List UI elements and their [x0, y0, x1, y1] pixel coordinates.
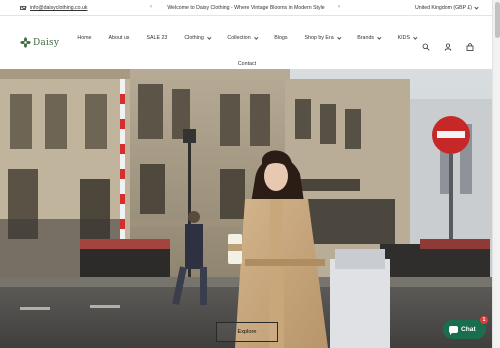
chevron-down-icon [254, 35, 258, 39]
chat-bubble-icon [449, 326, 458, 335]
chat-button[interactable]: Chat 1 [443, 316, 488, 339]
chevron-down-icon [413, 35, 418, 39]
daisy-flower-icon [20, 37, 31, 48]
scrollbar-thumb[interactable] [494, 2, 500, 38]
unread-badge: 1 [480, 316, 488, 324]
chat-label: Chat [461, 326, 476, 333]
nav-item-sale[interactable]: SALE 23 [146, 25, 167, 51]
nav-item-brands[interactable]: Brands [357, 25, 382, 51]
search-icon[interactable] [422, 38, 430, 51]
nav-item-collection[interactable]: Collection [227, 25, 258, 51]
region-selector[interactable]: United Kingdom (GBP £) [415, 4, 479, 11]
chevron-down-icon [474, 4, 479, 10]
nav-item-clothing[interactable]: Clothing [184, 25, 211, 51]
chevron-down-icon [207, 35, 211, 39]
announcement-next-icon[interactable]: › [338, 4, 340, 10]
hero-banner [0, 69, 492, 348]
nav-item-about[interactable]: About us [109, 25, 130, 51]
cart-icon[interactable] [466, 38, 474, 51]
hero-street-photo [0, 69, 492, 348]
site-header: Daisy Home About us SALE 23 Clothing Col… [0, 17, 492, 69]
page-scrollbar[interactable] [492, 0, 500, 348]
announcement-bar: info@daisyclothing.co.uk ‹ Welcome to Da… [0, 0, 492, 16]
chevron-down-icon [337, 35, 341, 39]
nav-item-kids[interactable]: KIDS [398, 25, 418, 51]
chevron-down-icon [377, 35, 382, 39]
region-label: United Kingdom (GBP £) [415, 5, 472, 11]
nav-item-blogs[interactable]: Blogs [274, 25, 287, 51]
header-icons [422, 38, 474, 51]
explore-button[interactable]: Explore [216, 322, 278, 342]
nav-item-shop-by-era[interactable]: Shop by Era [305, 25, 341, 51]
nav-item-home[interactable]: Home [77, 25, 91, 51]
brand-logo[interactable]: Daisy [20, 37, 59, 48]
account-icon[interactable] [444, 38, 452, 51]
brand-name: Daisy [33, 37, 60, 48]
